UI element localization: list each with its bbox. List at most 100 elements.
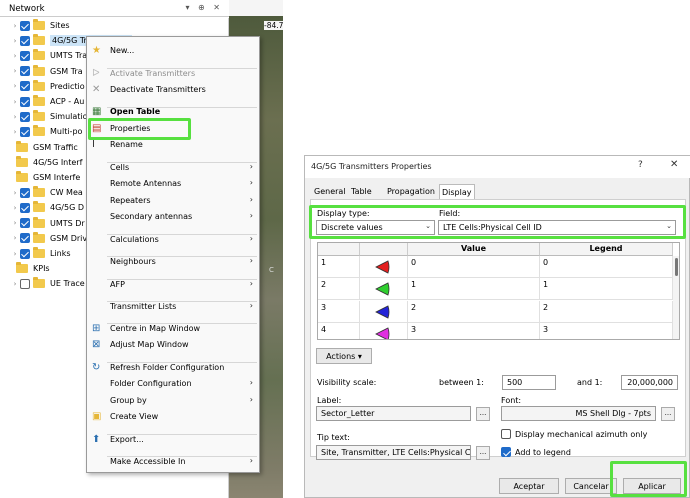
menu-item-repeaters[interactable]: Repeaters ›	[87, 194, 259, 208]
grid-row-color[interactable]	[360, 300, 408, 323]
tree-item[interactable]: › Multi-po	[10, 124, 82, 139]
tree-checkbox[interactable]	[20, 126, 30, 137]
grid-row-legend[interactable]: 3	[540, 322, 673, 339]
actions-button[interactable]: Actions ▾	[316, 348, 372, 364]
expand-chevron-icon[interactable]: ›	[10, 250, 20, 258]
tree-checkbox[interactable]	[20, 96, 30, 107]
tree-item[interactable]: GSM Interfe	[16, 170, 80, 185]
tree-item[interactable]: GSM Traffic	[16, 140, 78, 155]
tab-general[interactable]: General	[312, 184, 348, 200]
tree-item[interactable]: › CW Mea	[10, 185, 83, 200]
grid-row-index[interactable]: 2	[318, 278, 360, 301]
expand-chevron-icon[interactable]: ›	[10, 82, 20, 90]
tree-item[interactable]: › GSM Driv	[10, 231, 87, 246]
grid-row-legend[interactable]: 2	[540, 300, 673, 323]
tree-checkbox[interactable]	[20, 233, 30, 244]
tree-item[interactable]: › UE Trace	[10, 276, 85, 291]
menu-item-calculations[interactable]: Calculations ›	[87, 233, 259, 247]
grid-row-legend[interactable]: 0	[540, 256, 673, 278]
tree-checkbox[interactable]	[20, 81, 30, 92]
tree-checkbox[interactable]	[20, 278, 30, 289]
menu-item-activate-transmitters[interactable]: ᐅ Activate Transmitters	[87, 67, 259, 81]
font-browse-button[interactable]: ...	[661, 407, 675, 421]
expand-chevron-icon[interactable]: ›	[10, 234, 20, 242]
between-input[interactable]: 500	[502, 375, 556, 390]
tree-item[interactable]: › ACP - Au	[10, 94, 84, 109]
tree-item[interactable]: 4G/5G Interf	[16, 155, 82, 170]
menu-item-new[interactable]: ★ New...	[87, 44, 259, 58]
tab-propagation[interactable]: Propagation	[385, 184, 437, 200]
label-input[interactable]: Sector_Letter	[316, 406, 471, 421]
label-browse-button[interactable]: ...	[476, 407, 490, 421]
grid-scrollbar[interactable]	[673, 256, 679, 339]
grid-row-value[interactable]: 1	[408, 278, 540, 301]
expand-chevron-icon[interactable]: ›	[10, 189, 20, 197]
tree-item[interactable]: › Predictio	[10, 79, 85, 94]
display-type-select[interactable]: Discrete values ⌄	[316, 220, 435, 235]
grid-row-value[interactable]: 3	[408, 322, 540, 339]
tree-checkbox[interactable]	[20, 111, 30, 122]
panel-window-controls[interactable]: ▾ ⊕ ✕	[185, 3, 223, 12]
accept-button[interactable]: Aceptar	[499, 478, 559, 494]
expand-chevron-icon[interactable]: ›	[10, 204, 20, 212]
grid-row-index[interactable]: 1	[318, 256, 360, 278]
grid-row-legend[interactable]: 1	[540, 278, 673, 301]
tree-item[interactable]: › Links	[10, 246, 71, 261]
help-button[interactable]: ?	[638, 160, 643, 170]
menu-item-create-view[interactable]: ▣ Create View	[87, 410, 259, 424]
grid-row-color[interactable]	[360, 278, 408, 301]
menu-item-afp[interactable]: AFP ›	[87, 278, 259, 292]
tab-table[interactable]: Table	[349, 184, 374, 200]
menu-item-open-table[interactable]: ▦ Open Table	[87, 105, 259, 119]
tip-text-input[interactable]: Site, Transmitter, LTE Cells:Physical Ce…	[316, 445, 471, 460]
tree-item[interactable]: › Simulatio	[10, 109, 88, 124]
grid-header-value[interactable]: Value	[408, 243, 540, 256]
tree-checkbox[interactable]	[20, 50, 30, 61]
menu-item-export[interactable]: ⬆ Export...	[87, 433, 259, 447]
menu-item-folder-configuration[interactable]: Folder Configuration ›	[87, 377, 259, 391]
menu-item-centre-in-map-window[interactable]: ⊞ Centre in Map Window	[87, 322, 259, 336]
font-input[interactable]: MS Shell Dlg - 7pts	[501, 406, 656, 421]
expand-chevron-icon[interactable]: ›	[10, 128, 20, 136]
menu-item-adjust-map-window[interactable]: ⊠ Adjust Map Window	[87, 338, 259, 352]
expand-chevron-icon[interactable]: ›	[10, 37, 20, 45]
tree-item[interactable]: › UMTS Dr	[10, 216, 85, 231]
tree-item[interactable]: › Sites	[10, 18, 70, 33]
grid-header-legend[interactable]: Legend	[540, 243, 673, 256]
tree-checkbox[interactable]	[20, 35, 30, 46]
and-input[interactable]: 20,000,000	[621, 375, 678, 390]
expand-chevron-icon[interactable]: ›	[10, 219, 20, 227]
menu-item-secondary-antennas[interactable]: Secondary antennas ›	[87, 210, 259, 224]
menu-item-transmitter-lists[interactable]: Transmitter Lists ›	[87, 300, 259, 314]
tree-checkbox[interactable]	[20, 66, 30, 77]
expand-chevron-icon[interactable]: ›	[10, 52, 20, 60]
menu-item-group-by[interactable]: Group by ›	[87, 394, 259, 408]
tree-checkbox[interactable]	[20, 218, 30, 229]
grid-row-value[interactable]: 2	[408, 300, 540, 323]
menu-item-refresh-folder-configuration[interactable]: ↻ Refresh Folder Configuration	[87, 361, 259, 375]
tab-display[interactable]: Display	[439, 184, 475, 200]
tree-item[interactable]: › 4G/5G D	[10, 200, 84, 215]
tree-item[interactable]: KPIs	[16, 261, 50, 276]
grid-row-color[interactable]	[360, 322, 408, 339]
menu-item-cells[interactable]: Cells ›	[87, 161, 259, 175]
mechanical-azimuth-checkbox[interactable]	[501, 429, 511, 439]
expand-chevron-icon[interactable]: ›	[10, 280, 20, 288]
close-button[interactable]: ✕	[670, 159, 678, 170]
tree-checkbox[interactable]	[20, 202, 30, 213]
expand-chevron-icon[interactable]: ›	[10, 67, 20, 75]
tree-checkbox[interactable]	[20, 20, 30, 31]
menu-item-neighbours[interactable]: Neighbours ›	[87, 255, 259, 269]
tree-checkbox[interactable]	[20, 248, 30, 259]
add-to-legend-checkbox[interactable]	[501, 447, 511, 457]
scrollbar-thumb[interactable]	[675, 258, 678, 276]
tip-browse-button[interactable]: ...	[476, 446, 490, 460]
tree-checkbox[interactable]	[20, 187, 30, 198]
grid-row-value[interactable]: 0	[408, 256, 540, 278]
expand-chevron-icon[interactable]: ›	[10, 113, 20, 121]
tree-item[interactable]: › GSM Tra	[10, 64, 83, 79]
expand-chevron-icon[interactable]: ›	[10, 98, 20, 106]
expand-chevron-icon[interactable]: ›	[10, 22, 20, 30]
menu-item-deactivate-transmitters[interactable]: ✕ Deactivate Transmitters	[87, 83, 259, 97]
menu-item-remote-antennas[interactable]: Remote Antennas ›	[87, 177, 259, 191]
